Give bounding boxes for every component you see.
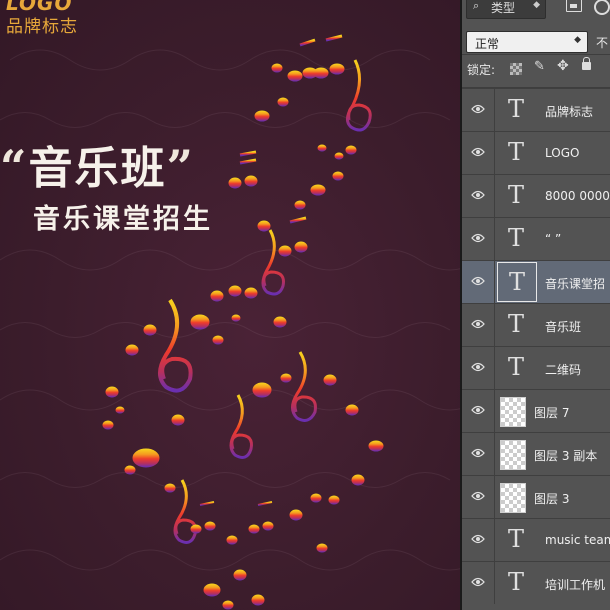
lock-paint-icon[interactable]: ✎ bbox=[534, 59, 546, 74]
layer-row[interactable]: 图层 3 副本 bbox=[462, 432, 610, 475]
layer-row[interactable]: 图层 3 bbox=[462, 475, 610, 518]
chevron-updown-icon: ◆ bbox=[574, 35, 581, 45]
brand-mark-text: 品牌标志 bbox=[6, 17, 78, 37]
lock-row: 锁定: ✎ ✥ bbox=[462, 55, 610, 88]
layer-row[interactable]: T “ ” bbox=[462, 217, 610, 260]
layer-list: T 品牌标志 T LOGO T 8000 0000 - T “ ” T 音乐课堂… bbox=[462, 88, 610, 604]
layer-name: 图层 7 bbox=[534, 406, 570, 420]
text-layer-icon: T bbox=[507, 353, 524, 381]
opacity-label: 不 bbox=[596, 36, 609, 50]
eye-visibility-icon[interactable] bbox=[462, 89, 495, 131]
text-layer-icon: T bbox=[507, 181, 524, 209]
poster-canvas[interactable]: LOGO 品牌标志 “音乐班” 音乐课堂招生 bbox=[0, 0, 462, 610]
lock-move-icon[interactable]: ✥ bbox=[557, 58, 569, 74]
eye-visibility-icon[interactable] bbox=[462, 390, 495, 432]
layer-row[interactable]: T 培训工作机 bbox=[462, 561, 610, 604]
layer-row[interactable]: T 二维码 bbox=[462, 346, 610, 389]
eye-visibility-icon[interactable] bbox=[462, 304, 495, 346]
layer-name: 二维码 bbox=[545, 363, 582, 377]
text-layer-icon: T bbox=[507, 568, 524, 596]
music-notes-artwork bbox=[102, 34, 384, 610]
layer-name: 培训工作机 bbox=[545, 578, 606, 592]
layer-row[interactable]: T LOGO bbox=[462, 131, 610, 174]
poster-title: “音乐班” bbox=[0, 132, 195, 196]
eye-visibility-icon[interactable] bbox=[462, 476, 495, 518]
close-quote: ” bbox=[166, 140, 195, 194]
eye-visibility-icon[interactable] bbox=[462, 218, 495, 260]
chevron-updown-icon: ◆ bbox=[533, 0, 540, 10]
transparent-thumbnail bbox=[500, 440, 526, 470]
layer-name: 品牌标志 bbox=[545, 105, 594, 119]
adjustment-filter-icon[interactable] bbox=[594, 0, 610, 15]
layer-name: music team bbox=[545, 533, 610, 547]
eye-visibility-icon[interactable] bbox=[462, 132, 495, 174]
eye-visibility-icon[interactable] bbox=[462, 347, 495, 389]
layer-name: 音乐班 bbox=[545, 320, 582, 334]
layer-name: 图层 3 bbox=[534, 492, 570, 506]
layers-panel: ⌕ 类型 ◆ 正常 ◆ 不 锁定: ✎ ✥ T 品牌标志 T LOGO T 80… bbox=[462, 0, 610, 610]
text-layer-icon: T bbox=[507, 310, 524, 338]
text-layer-icon: T bbox=[507, 95, 524, 123]
layer-row[interactable]: T 音乐班 bbox=[462, 303, 610, 346]
layer-name: 8000 0000 - bbox=[545, 189, 610, 203]
lock-label: 锁定: bbox=[467, 63, 496, 77]
text-layer-icon: T bbox=[507, 224, 524, 252]
text-layer-icon: T bbox=[507, 525, 524, 553]
layer-name: LOGO bbox=[545, 146, 580, 160]
layer-filter-row: ⌕ 类型 ◆ bbox=[462, 0, 610, 28]
layer-row-selected[interactable]: T 音乐课堂招 bbox=[462, 260, 610, 303]
pixel-filter-icon[interactable] bbox=[566, 0, 582, 12]
blend-mode-value: 正常 bbox=[475, 37, 500, 51]
eye-visibility-icon[interactable] bbox=[462, 562, 495, 604]
blend-row: 正常 ◆ 不 bbox=[462, 27, 610, 55]
transparent-thumbnail bbox=[500, 483, 526, 513]
layer-name: 图层 3 副本 bbox=[534, 449, 598, 463]
title-text: 音乐班 bbox=[28, 143, 167, 194]
text-layer-icon: T bbox=[497, 262, 537, 302]
layer-kind-filter[interactable]: ⌕ 类型 ◆ bbox=[466, 0, 546, 19]
filter-label: 类型 bbox=[491, 1, 516, 15]
eye-visibility-icon[interactable] bbox=[462, 175, 495, 217]
layer-row[interactable]: 图层 7 bbox=[462, 389, 610, 432]
search-icon: ⌕ bbox=[473, 0, 480, 12]
layer-row[interactable]: T 8000 0000 - bbox=[462, 174, 610, 217]
open-quote: “ bbox=[0, 140, 29, 194]
text-layer-icon: T bbox=[507, 138, 524, 166]
layer-row[interactable]: T 品牌标志 bbox=[462, 88, 610, 131]
layer-row[interactable]: T music team bbox=[462, 518, 610, 561]
eye-visibility-icon[interactable] bbox=[462, 519, 495, 561]
lock-transparent-icon[interactable] bbox=[510, 63, 522, 75]
layer-name: “ ” bbox=[545, 232, 562, 246]
eye-visibility-icon[interactable] bbox=[462, 261, 495, 303]
blend-mode-select[interactable]: 正常 ◆ bbox=[466, 31, 588, 53]
transparent-thumbnail bbox=[500, 397, 526, 427]
layer-name: 音乐课堂招 bbox=[545, 277, 606, 291]
eye-visibility-icon[interactable] bbox=[462, 433, 495, 475]
lock-all-icon[interactable] bbox=[582, 57, 591, 70]
poster-subtitle: 音乐课堂招生 bbox=[33, 204, 213, 235]
